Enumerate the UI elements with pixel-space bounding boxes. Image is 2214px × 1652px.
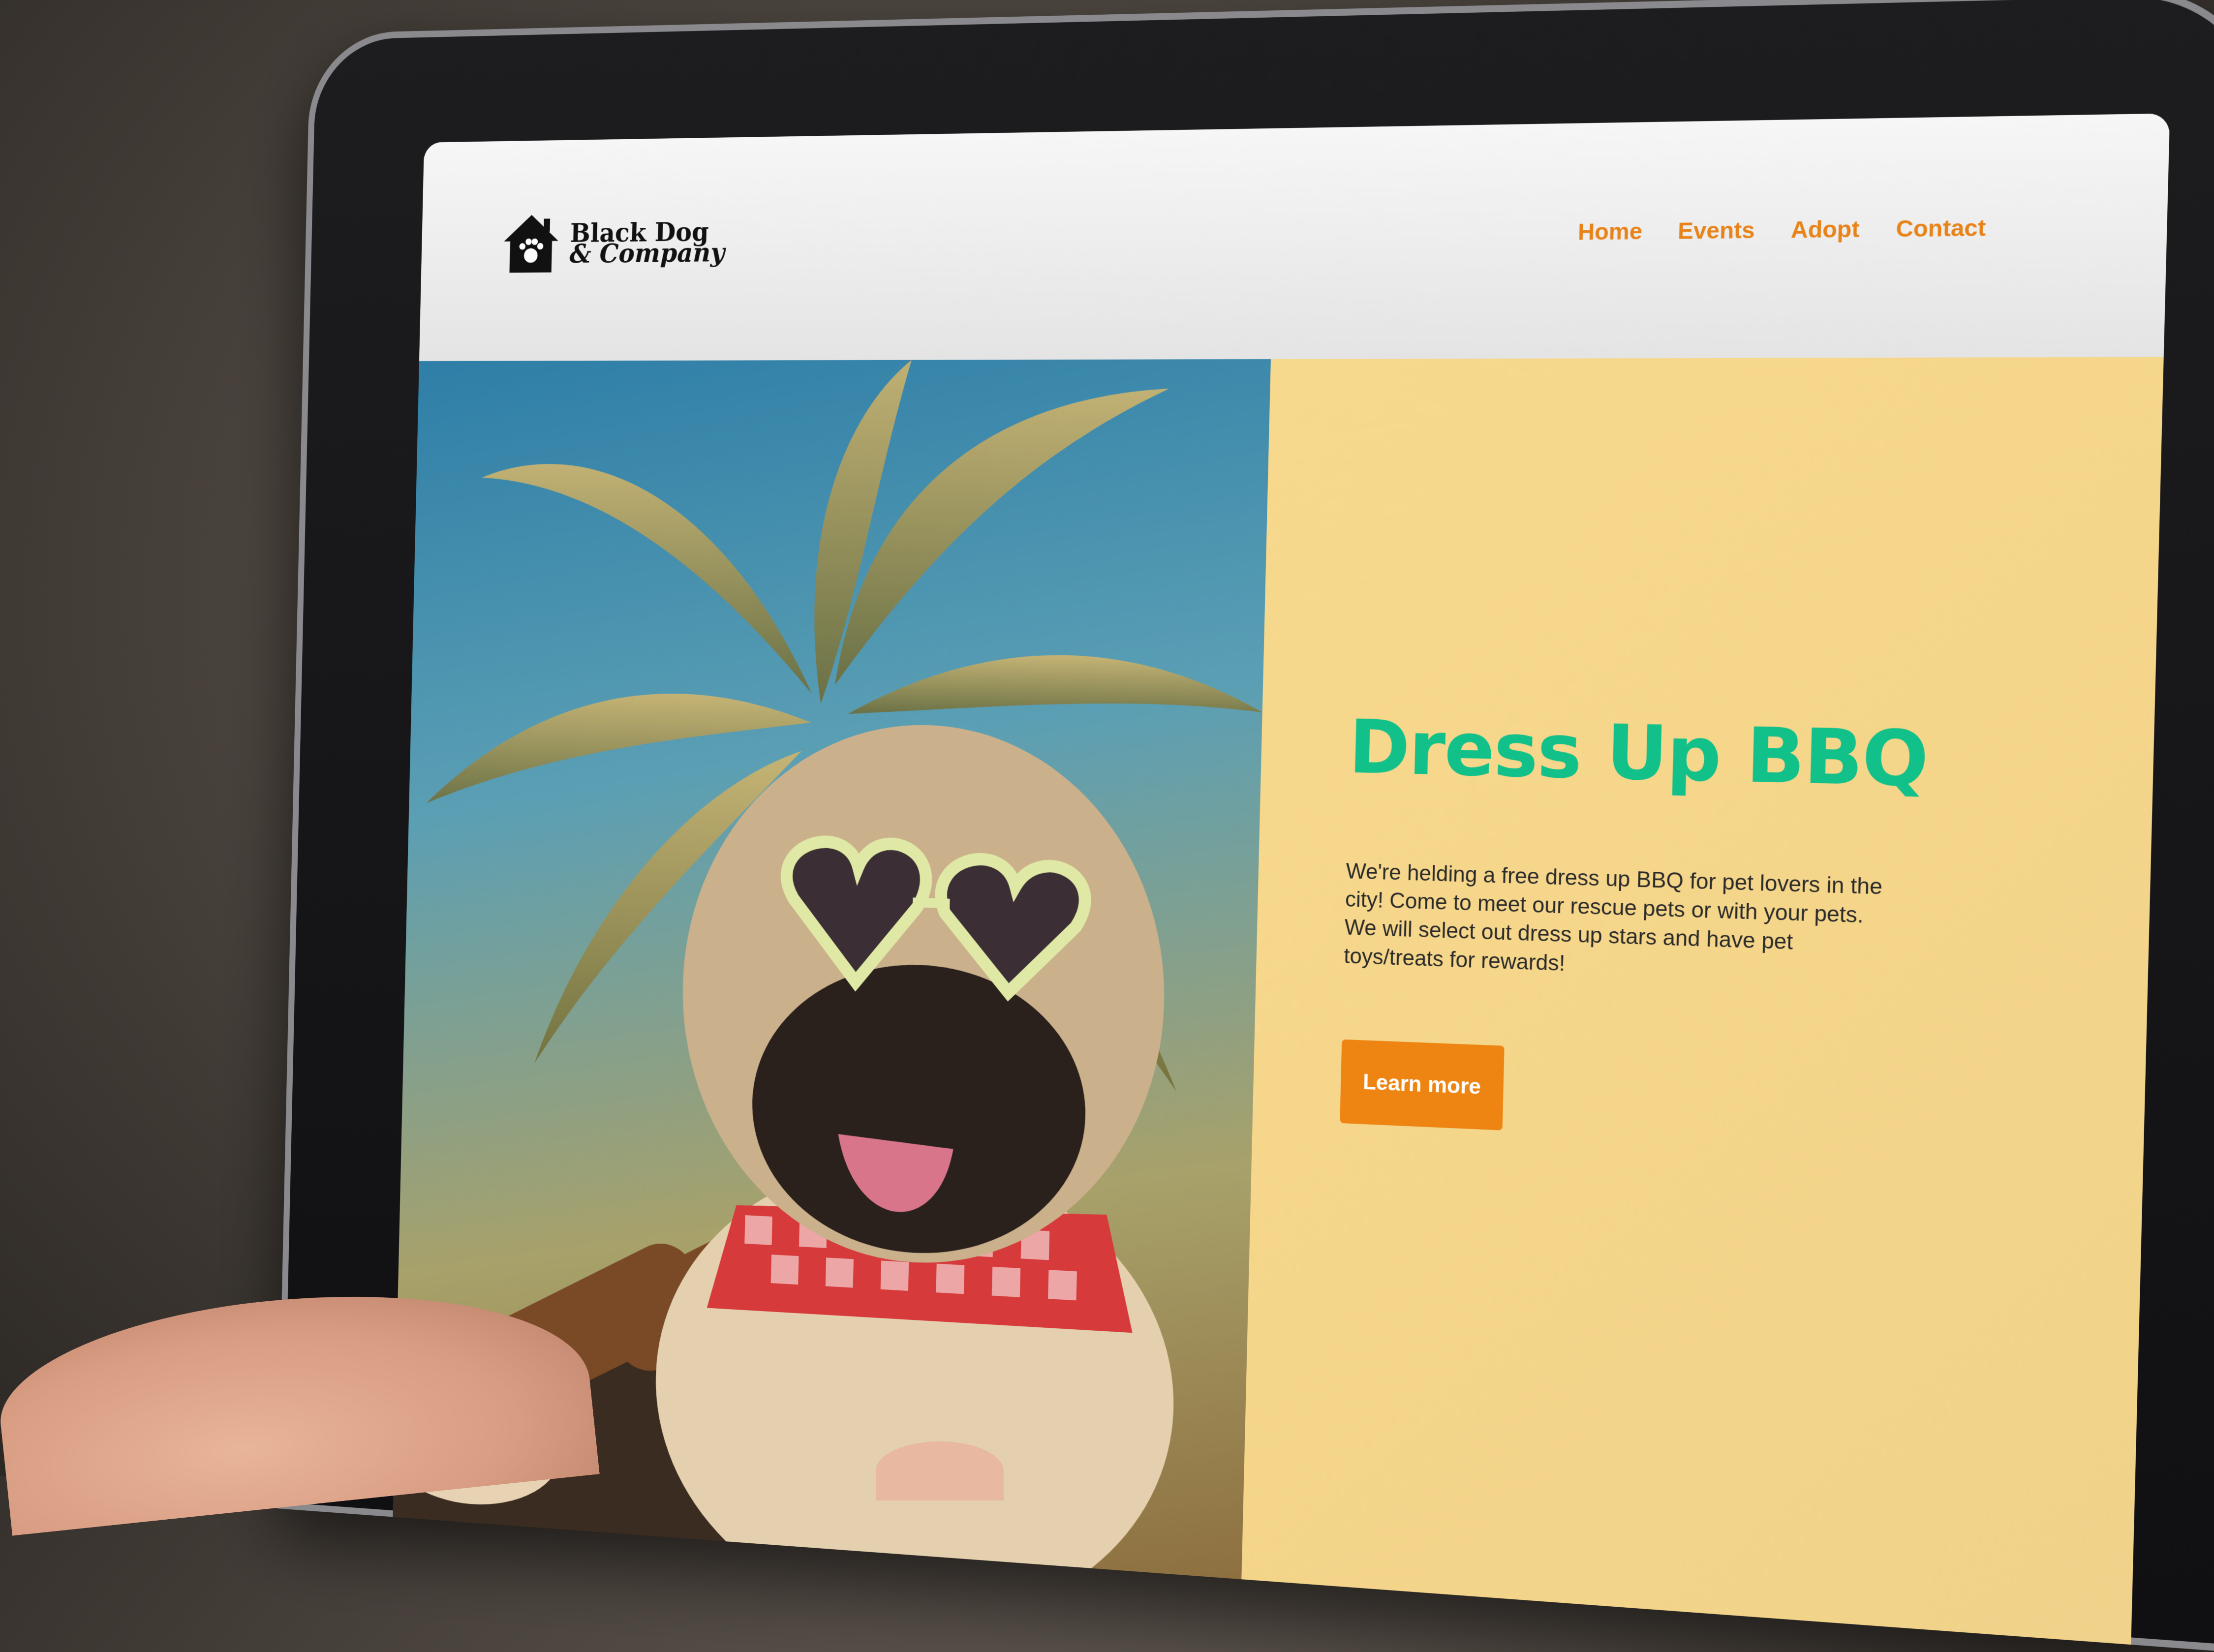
logo-wordmark: Black Dog & Company <box>569 221 725 264</box>
nav-contact[interactable]: Contact <box>1896 214 1986 243</box>
hero-section: Dress Up BBQ We're helding a free dress … <box>393 357 2163 1645</box>
nav-adopt[interactable]: Adopt <box>1790 215 1860 243</box>
nav-home[interactable]: Home <box>1578 217 1643 245</box>
site-logo[interactable]: Black Dog & Company <box>499 209 726 277</box>
hero-title: Dress Up BBQ <box>1348 704 1929 804</box>
house-paw-icon <box>499 211 562 277</box>
site-header: Black Dog & Company Home Events Adopt Co… <box>419 113 2170 361</box>
hero-description: We're helding a free dress up BBQ for pe… <box>1344 857 1902 989</box>
logo-line-2: & Company <box>569 242 725 264</box>
main-nav: Home Events Adopt Contact <box>1578 214 1986 245</box>
hero-content-panel: Dress Up BBQ We're helding a free dress … <box>1241 357 2163 1645</box>
nav-events[interactable]: Events <box>1678 216 1755 245</box>
browser-viewport: Black Dog & Company Home Events Adopt Co… <box>393 113 2170 1645</box>
learn-more-button[interactable]: Learn more <box>1340 1040 1505 1131</box>
hand-thumb <box>876 1441 1004 1500</box>
